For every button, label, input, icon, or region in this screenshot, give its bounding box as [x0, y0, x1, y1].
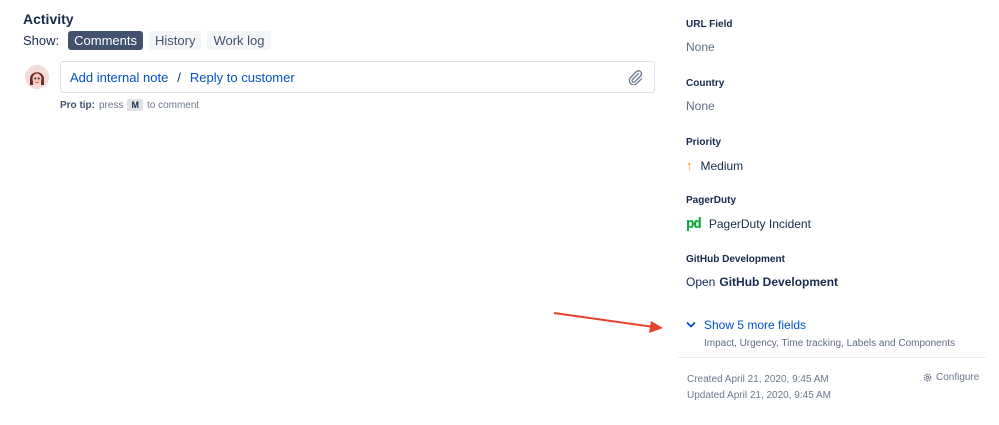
priority-value[interactable]: ↑ Medium: [686, 158, 743, 173]
more-fields-description: Impact, Urgency, Time tracking, Labels a…: [704, 338, 956, 349]
field-label: GitHub Development: [686, 254, 785, 265]
url-field: URL Field None: [686, 19, 732, 54]
country-field-value[interactable]: None: [686, 99, 724, 113]
pro-tip-label: Pro tip:: [60, 99, 95, 111]
updated-timestamp: Updated April 21, 2020, 9:45 AM: [687, 390, 831, 401]
filter-comments-button[interactable]: Comments: [68, 31, 143, 50]
github-development-link[interactable]: GitHub Development: [719, 275, 838, 289]
pagerduty-value[interactable]: pd PagerDuty Incident: [686, 216, 811, 232]
url-field-value[interactable]: None: [686, 40, 732, 54]
field-label: Country: [686, 78, 725, 89]
divider: [678, 357, 986, 358]
add-internal-note-link[interactable]: Add internal note: [70, 70, 168, 85]
comment-box[interactable]: Add internal note / Reply to customer: [60, 61, 655, 93]
chevron-down-icon: [686, 322, 696, 328]
priority-field: Priority ↑ Medium: [686, 137, 743, 173]
github-development-value[interactable]: Open GitHub Development: [686, 275, 838, 289]
activity-filter-bar: Show: Comments History Work log: [23, 31, 277, 50]
open-prefix: Open: [686, 275, 716, 289]
pagerduty-label: PagerDuty Incident: [708, 217, 811, 231]
priority-label: Medium: [700, 158, 744, 173]
field-label: URL Field: [686, 19, 733, 30]
annotation-arrow-icon: [553, 312, 663, 333]
gear-icon: [923, 373, 932, 382]
show-more-fields-label: Show 5 more fields: [704, 318, 807, 332]
country-field: Country None: [686, 78, 724, 113]
field-label: Priority: [686, 137, 722, 148]
pro-tip: Pro tip: press M to comment: [60, 99, 199, 111]
avatar: [25, 65, 49, 89]
configure-label: Configure: [936, 372, 980, 383]
show-more-fields-link[interactable]: Show 5 more fields: [686, 318, 955, 332]
arrow-up-icon: ↑: [686, 158, 693, 173]
pro-tip-before: press: [99, 99, 124, 111]
created-timestamp: Created April 21, 2020, 9:45 AM: [687, 374, 829, 385]
show-more-fields[interactable]: Show 5 more fields Impact, Urgency, Time…: [686, 318, 955, 349]
pro-tip-after: to comment: [146, 99, 200, 111]
reply-to-customer-link[interactable]: Reply to customer: [190, 70, 295, 85]
configure-button[interactable]: Configure: [922, 372, 979, 383]
github-development-field: GitHub Development Open GitHub Developme…: [686, 254, 838, 289]
attachment-icon[interactable]: [627, 69, 643, 86]
separator: /: [177, 69, 181, 85]
keyboard-shortcut-key: M: [127, 99, 143, 111]
show-label: Show:: [23, 33, 60, 48]
filter-history-button[interactable]: History: [149, 31, 202, 50]
activity-heading: Activity: [23, 11, 74, 27]
field-label: PagerDuty: [686, 195, 737, 206]
pagerduty-field: PagerDuty pd PagerDuty Incident: [686, 195, 811, 232]
filter-worklog-button[interactable]: Work log: [207, 31, 271, 50]
pagerduty-icon: pd: [686, 216, 702, 232]
